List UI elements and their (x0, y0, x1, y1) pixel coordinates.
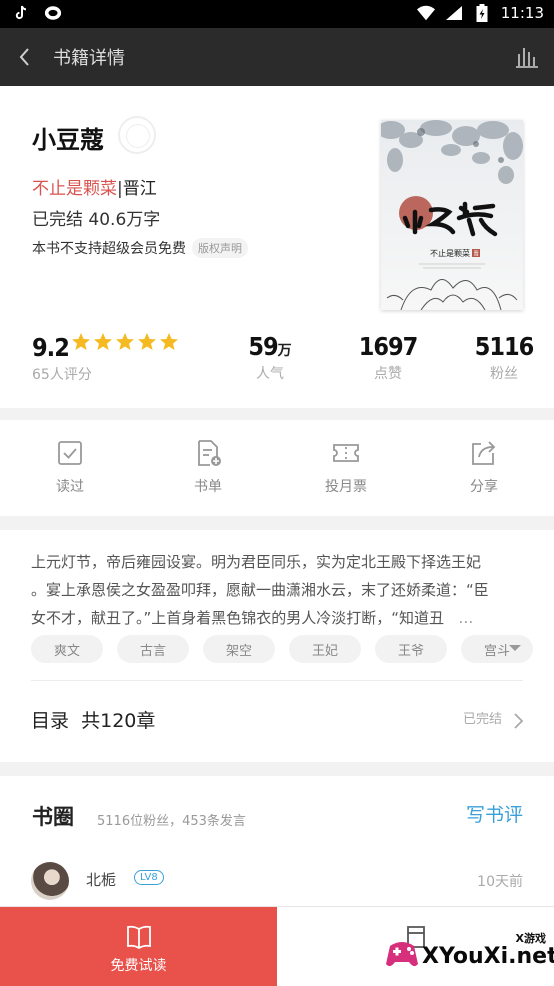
platform-name: 晋江 (122, 179, 157, 199)
clock: 11:13 (500, 4, 544, 22)
tag-chip[interactable]: 架空 (203, 635, 275, 663)
tag-chip[interactable]: 古言 (117, 635, 189, 663)
toc-status: 已完结 (462, 712, 502, 727)
rating-value: 9.2 (32, 333, 70, 362)
tag-chip[interactable]: 王爷 (375, 635, 447, 663)
synopsis[interactable]: 上元灯节，帝后雍园设宴。明为君臣同乐，实为定北王殿下择选王妃 。宴上承恩侯之女盈… (31, 548, 525, 632)
free-read-label: 免费试读 (110, 958, 167, 974)
free-read-button[interactable]: 免费试读 (0, 907, 277, 986)
action-booklist-label: 书单 (194, 479, 222, 495)
likes-stat: 1697 点赞 (356, 332, 420, 383)
rating-stat: 9.2 65人评分 (32, 332, 179, 384)
popularity-value: 59 (248, 332, 278, 361)
tag-list: 爽文 古言 架空 王妃 王爷 宫斗 (31, 635, 533, 663)
watermark: X游戏 XYouXi.net (384, 928, 554, 982)
chevron-left-icon[interactable] (12, 42, 42, 72)
document-add-icon (193, 438, 223, 468)
action-booklist[interactable]: 书单 (168, 438, 248, 496)
vip-notice-row: 本书不支持超级会员免费 版权声明 (32, 238, 248, 258)
synopsis-ellipsis: … (458, 609, 474, 627)
tiktok-icon (12, 4, 30, 22)
app-bar: 书籍详情 (0, 28, 554, 86)
section-title: 书圈 (32, 805, 74, 829)
action-monthly-ticket-label: 投月票 (325, 479, 367, 495)
fans-label: 粉丝 (490, 366, 518, 382)
checkbox-icon (55, 438, 85, 468)
star-icon (93, 333, 112, 350)
post-user-name[interactable]: 北栀 (86, 869, 116, 890)
tag-chip[interactable]: 爽文 (31, 635, 103, 663)
action-read-label: 读过 (56, 479, 84, 495)
description-card: 上元灯节，帝后雍园设宴。明为君臣同乐，实为定北王殿下择选王妃 。宴上承恩侯之女盈… (0, 530, 554, 762)
caret-down-icon[interactable] (508, 640, 522, 654)
badge-circle-icon (118, 116, 156, 154)
synopsis-line: 上元灯节，帝后雍园设宴。明为君臣同乐，实为定北王殿下择选王妃 (31, 553, 482, 571)
toc-label: 目录 (31, 710, 70, 732)
post-time: 10天前 (477, 874, 523, 890)
rating-count: 65人评分 (32, 367, 92, 383)
action-share[interactable]: 分享 (444, 438, 524, 496)
toc-row[interactable]: 目录 共120章 (31, 706, 155, 733)
likes-label: 点赞 (374, 366, 402, 382)
status-bar: 11:13 (0, 0, 554, 28)
star-icon (159, 333, 178, 350)
action-share-label: 分享 (470, 479, 498, 495)
actions-row: 读过 书单 投月票 分享 (0, 420, 554, 516)
popularity-unit: 万 (277, 343, 292, 359)
popularity-label: 人气 (256, 366, 284, 382)
write-review-button[interactable]: 写书评 (466, 800, 523, 827)
action-monthly-ticket[interactable]: 投月票 (306, 438, 386, 496)
book-status: 已完结 40.6万字 (32, 210, 161, 230)
author-link[interactable]: 不止是颗菜 (32, 179, 117, 199)
author-line: 不止是颗菜|晋江 (32, 174, 157, 199)
chevron-right-icon[interactable] (512, 711, 526, 731)
chat-bubble-icon (44, 4, 62, 22)
battery-charging-icon (473, 4, 491, 22)
copyright-tag[interactable]: 版权声明 (192, 238, 248, 258)
popularity-stat: 59万 人气 (240, 332, 300, 383)
star-icon (137, 333, 156, 350)
star-icon (115, 333, 134, 350)
vip-notice: 本书不支持超级会员免费 (32, 241, 186, 257)
gamepad-logo-icon (384, 936, 420, 972)
signal-icon (445, 4, 463, 22)
synopsis-line-text: 女不才，献丑了。”上首身着黑色锦衣的男人冷淡打断，“知道丑 (31, 609, 445, 627)
open-book-icon (125, 923, 153, 951)
bar-chart-icon[interactable] (514, 44, 540, 70)
ticket-icon (331, 438, 361, 468)
star-icon (71, 333, 90, 350)
cover-author-text: 不止是颗菜 (430, 248, 470, 258)
divider (31, 680, 523, 681)
page-title: 书籍详情 (53, 48, 125, 69)
wifi-icon (416, 4, 435, 22)
toc-chapter-count: 共120章 (81, 710, 156, 732)
fans-value: 5116 (474, 332, 535, 361)
tag-chip[interactable]: 宫斗 (461, 635, 533, 663)
likes-value: 1697 (358, 332, 419, 361)
synopsis-line: 。宴上承恩侯之女盈盈叩拜，愿献一曲潇湘水云，末了还娇柔道：“臣 (31, 581, 489, 599)
watermark-main-text: XYouXi.net (422, 944, 554, 969)
circle-meta: 5116位粉丝，453条发言 (97, 814, 246, 829)
share-icon (469, 438, 499, 468)
synopsis-line-last: 女不才，献丑了。”上首身着黑色锦衣的男人冷淡打断，“知道丑 … (31, 604, 525, 632)
tag-chip[interactable]: 王妃 (289, 635, 361, 663)
fans-stat: 5116 粉丝 (472, 332, 536, 383)
action-read[interactable]: 读过 (30, 438, 110, 496)
rating-stars (71, 332, 179, 352)
cover-seal-text: 晋 (474, 251, 480, 258)
book-info-card: 小豆蔻 不止是颗菜|晋江 已完结 40.6万字 本书不支持超级会员免费 版权声明 (0, 86, 554, 408)
level-badge: LV8 (134, 870, 164, 885)
book-title: 小豆蔻 (32, 126, 104, 154)
avatar[interactable] (31, 862, 69, 900)
book-cover[interactable]: 不止是颗菜 晋 (381, 120, 523, 310)
